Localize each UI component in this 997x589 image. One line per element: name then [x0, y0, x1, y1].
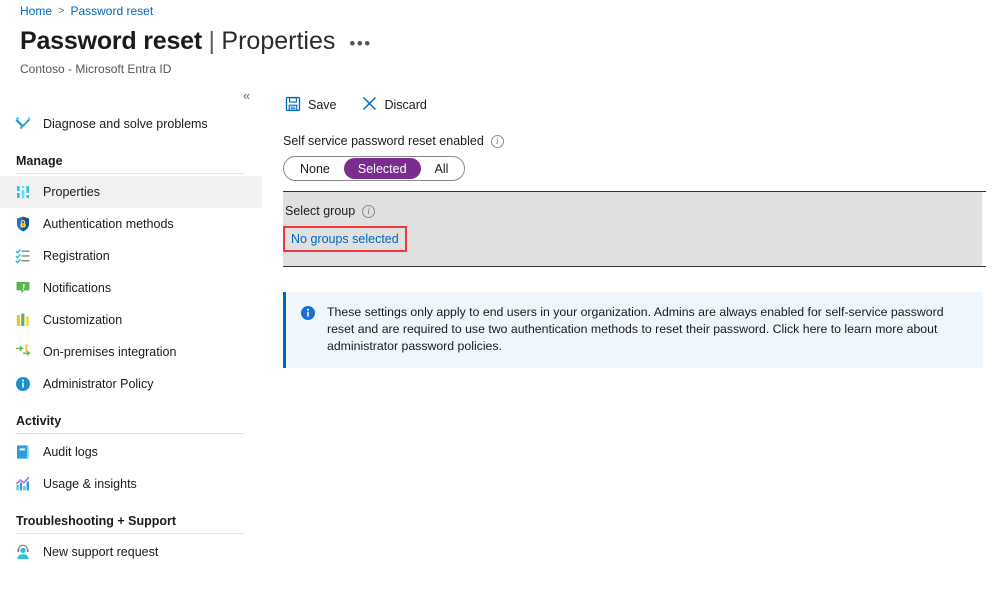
tools-icon — [14, 115, 32, 133]
page-title-primary: Password reset — [20, 27, 202, 55]
save-floppy-icon — [285, 96, 301, 115]
shield-lock-icon — [14, 215, 32, 233]
sidebar-item-label: Usage & insights — [43, 477, 137, 491]
info-filled-icon — [14, 375, 32, 393]
info-filled-icon — [300, 305, 316, 321]
support-agent-icon — [14, 543, 32, 561]
notification-bubble-icon — [14, 279, 32, 297]
sidebar-item-diagnose-and-solve-problems[interactable]: Diagnose and solve problems — [0, 108, 262, 140]
sidebar-item-on-premises-integration[interactable]: On-premises integration — [0, 336, 262, 368]
sidebar-item-label: Administrator Policy — [43, 377, 153, 391]
sidebar-item-notifications[interactable]: Notifications — [0, 272, 262, 304]
toggle-option-none[interactable]: None — [286, 158, 344, 179]
sidebar-item-label: Properties — [43, 185, 100, 199]
no-groups-selected-link[interactable]: No groups selected — [283, 226, 407, 252]
sidebar-divider — [16, 433, 244, 434]
sidebar-item-audit-logs[interactable]: Audit logs — [0, 436, 262, 468]
page-title: Password reset | Properties ••• — [20, 27, 372, 56]
save-button-label: Save — [308, 98, 337, 112]
sidebar-item-label: Authentication methods — [43, 217, 174, 231]
save-button[interactable]: Save — [283, 94, 339, 117]
toggle-option-selected[interactable]: Selected — [344, 158, 421, 179]
sidebar-item-authentication-methods[interactable]: Authentication methods — [0, 208, 262, 240]
breadcrumb-current-link[interactable]: Password reset — [70, 4, 153, 18]
toggle-option-all[interactable]: All — [421, 158, 463, 179]
title-divider: | — [208, 27, 215, 55]
close-x-icon — [361, 95, 378, 115]
main-content: Save Discard Self service password reset… — [283, 90, 997, 368]
no-groups-selected-wrapper: No groups selected — [283, 226, 407, 252]
sidebar-item-label: Customization — [43, 313, 122, 327]
sidebar-divider — [16, 533, 244, 534]
sspr-enabled-toggle-group[interactable]: None Selected All — [283, 156, 465, 181]
sidebar-group-title-activity: Activity — [0, 400, 262, 433]
breadcrumb-separator: > — [58, 5, 64, 17]
sidebar-item-customization[interactable]: Customization — [0, 304, 262, 336]
select-group-label-row: Select group i — [285, 204, 982, 218]
trend-chart-icon — [14, 475, 32, 493]
sspr-enabled-label-row: Self service password reset enabled i — [283, 134, 997, 148]
command-bar: Save Discard — [283, 90, 997, 120]
section-divider-bottom — [283, 266, 986, 267]
sidebar-divider — [16, 173, 244, 174]
breadcrumb: Home > Password reset — [20, 4, 153, 18]
sidebar-item-usage-and-insights[interactable]: Usage & insights — [0, 468, 262, 500]
sspr-enabled-label: Self service password reset enabled — [283, 134, 484, 148]
info-banner: These settings only apply to end users i… — [283, 292, 983, 368]
sidebar-item-administrator-policy[interactable]: Administrator Policy — [0, 368, 262, 400]
sidebar-item-label: Diagnose and solve problems — [43, 117, 208, 131]
select-group-label: Select group — [285, 204, 355, 218]
sliders-icon — [14, 183, 32, 201]
info-banner-text: These settings only apply to end users i… — [327, 304, 969, 355]
sidebar-item-label: Registration — [43, 249, 110, 263]
checklist-icon — [14, 247, 32, 265]
sidebar-group-title-manage: Manage — [0, 140, 262, 173]
sidebar: Diagnose and solve problems Manage Prope… — [0, 108, 262, 568]
more-options-button[interactable]: ••• — [349, 39, 371, 55]
collapse-sidebar-button[interactable]: « — [243, 88, 250, 103]
sidebar-item-label: Audit logs — [43, 445, 98, 459]
info-circle-icon[interactable]: i — [362, 205, 375, 218]
page-title-section: Properties — [221, 27, 335, 55]
discard-button-label: Discard — [385, 98, 427, 112]
book-icon — [14, 443, 32, 461]
page-subtitle: Contoso - Microsoft Entra ID — [20, 62, 171, 76]
sidebar-item-new-support-request[interactable]: New support request — [0, 536, 262, 568]
sidebar-item-properties[interactable]: Properties — [0, 176, 262, 208]
sidebar-item-registration[interactable]: Registration — [0, 240, 262, 272]
breadcrumb-home-link[interactable]: Home — [20, 4, 52, 18]
select-group-section: Select group i No groups selected — [283, 192, 982, 266]
info-circle-icon[interactable]: i — [491, 135, 504, 148]
sidebar-item-label: Notifications — [43, 281, 111, 295]
discard-button[interactable]: Discard — [359, 93, 429, 117]
sidebar-item-label: On-premises integration — [43, 345, 176, 359]
sync-arrows-icon — [14, 343, 32, 361]
sidebar-group-title-troubleshooting-support: Troubleshooting + Support — [0, 500, 262, 533]
sidebar-item-label: New support request — [43, 545, 158, 559]
bar-chart-icon — [14, 311, 32, 329]
